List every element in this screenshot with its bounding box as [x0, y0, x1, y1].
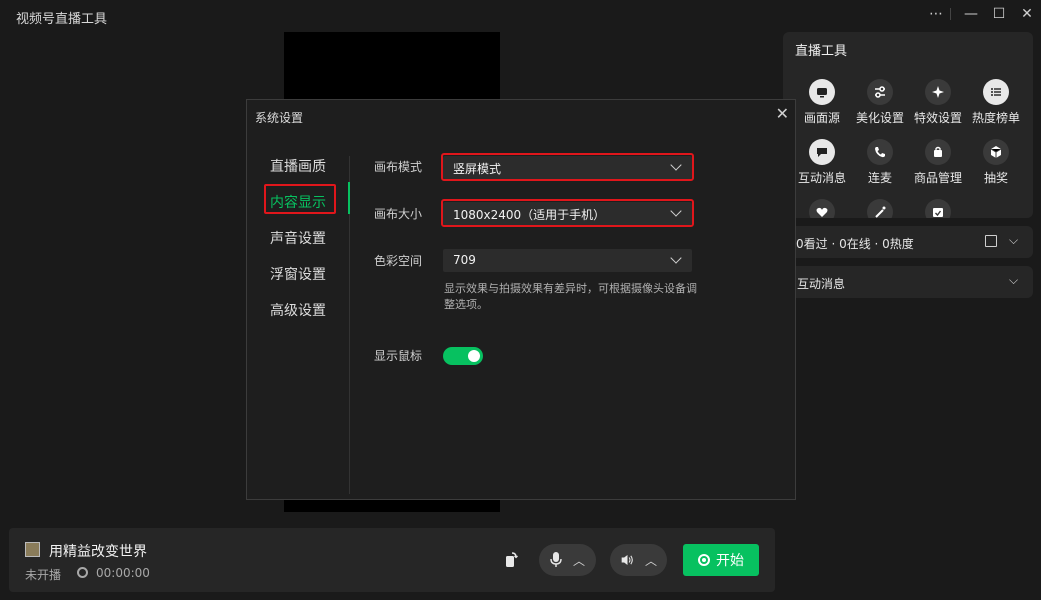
viewer-stats-row[interactable]: 0看过 · 0在线 · 0热度 ⌵ — [783, 226, 1033, 258]
tool-label: 抽奖 — [983, 171, 1008, 185]
live-status: 未开播 — [25, 568, 62, 582]
heart-icon — [809, 199, 835, 218]
close-icon[interactable]: ✕ — [1013, 0, 1041, 28]
nav-active-indicator — [348, 182, 350, 214]
tool-label: 商品管理 — [913, 171, 962, 185]
tool-co-host[interactable]: 连麦 — [850, 139, 910, 186]
nav-item-advanced-settings[interactable]: 高级设置 — [270, 300, 326, 320]
tool-more-2[interactable] — [850, 199, 910, 218]
speaker-icon[interactable] — [620, 552, 635, 568]
viewer-stats: 0看过 · 0在线 · 0热度 — [796, 237, 914, 251]
room-name: 用精益改变世界 — [49, 544, 147, 560]
nav-item-floating-window[interactable]: 浮窗设置 — [270, 264, 326, 284]
tool-beauty-settings[interactable]: 美化设置 — [850, 79, 910, 126]
rotate-icon — [506, 552, 518, 567]
color-space-select[interactable]: 709 — [443, 249, 692, 272]
canvas-size-select[interactable]: 1080x2400（适用于手机） — [443, 202, 692, 225]
color-space-label: 色彩空间 — [374, 254, 423, 268]
tool-more-1[interactable] — [792, 199, 852, 218]
microphone-icon[interactable] — [549, 551, 563, 569]
tool-interactive-messages[interactable]: 互动消息 — [792, 139, 852, 186]
color-space-value: 709 — [453, 253, 476, 267]
title-bar: 视频号直播工具 ⋯ — ☐ ✕ — [0, 0, 1041, 30]
chevron-down-icon[interactable]: ⌵ — [1009, 233, 1018, 248]
show-cursor-toggle[interactable] — [443, 347, 483, 365]
nav-item-audio-settings[interactable]: 声音设置 — [270, 228, 326, 248]
rotate-screen-button[interactable] — [499, 548, 523, 572]
canvas-mode-select[interactable]: 竖屏模式 — [443, 156, 692, 179]
tool-product-management[interactable]: 商品管理 — [908, 139, 968, 186]
room-avatar — [25, 542, 40, 557]
shopping-bag-icon — [925, 139, 951, 165]
live-timer: 00:00:00 — [96, 566, 150, 580]
bottom-control-bar: 用精益改变世界 未开播 00:00:00 ︿ ︿ 开始 — [9, 528, 775, 592]
tool-screen-source[interactable]: 画面源 — [792, 79, 852, 126]
tool-more-3[interactable] — [908, 199, 968, 218]
chevron-down-icon — [670, 252, 682, 264]
app-title: 视频号直播工具 — [16, 12, 108, 27]
popout-icon[interactable] — [985, 235, 997, 247]
color-space-hint: 显示效果与拍摄效果有差异时，可根据摄像头设备调整选项。 — [444, 282, 697, 311]
close-icon[interactable]: ✕ — [776, 104, 789, 123]
chevron-up-icon[interactable]: ︿ — [573, 552, 585, 569]
chevron-down-icon[interactable]: ⌵ — [1009, 273, 1018, 288]
tool-label: 特效设置 — [913, 111, 962, 125]
screen-source-icon — [809, 79, 835, 105]
controls-divider — [950, 8, 951, 20]
canvas-mode-label: 画布模式 — [374, 160, 423, 174]
minimize-icon[interactable]: — — [957, 0, 985, 28]
tool-label: 热度榜单 — [971, 111, 1020, 125]
more-icon[interactable]: ⋯ — [922, 0, 950, 28]
phone-icon — [867, 139, 893, 165]
nav-item-video-quality[interactable]: 直播画质 — [270, 156, 326, 176]
window-controls: ⋯ — ☐ ✕ — [922, 0, 1041, 28]
canvas-size-value: 1080x2400（适用于手机） — [453, 208, 606, 222]
tool-heat-ranking[interactable]: 热度榜单 — [966, 79, 1026, 126]
tool-label: 互动消息 — [797, 171, 846, 185]
toggle-knob — [468, 350, 480, 362]
interactive-messages-row[interactable]: 互动消息 ⌵ — [783, 266, 1033, 298]
speaker-control[interactable]: ︿ — [610, 544, 667, 576]
tool-effects-settings[interactable]: 特效设置 — [908, 79, 968, 126]
show-cursor-label: 显示鼠标 — [374, 349, 423, 363]
canvas-size-label: 画布大小 — [374, 207, 423, 221]
chevron-down-icon — [670, 159, 682, 171]
tool-label: 连麦 — [867, 171, 892, 185]
list-icon — [983, 79, 1009, 105]
chat-bubble-icon — [809, 139, 835, 165]
microphone-control[interactable]: ︿ — [539, 544, 596, 576]
start-label: 开始 — [716, 553, 744, 569]
gift-box-icon — [983, 139, 1009, 165]
nav-annotation-highlight — [264, 184, 336, 214]
tools-panel-title: 直播工具 — [795, 44, 848, 59]
live-tools-panel: 直播工具 画面源 美化设置 特效设置 热度榜单 互动消息 连麦 商品管理 抽奖 — [783, 32, 1033, 218]
wand-icon — [867, 199, 893, 218]
tool-label: 美化设置 — [855, 111, 904, 125]
tool-label: 画面源 — [803, 111, 840, 125]
messages-title: 互动消息 — [797, 277, 846, 291]
record-icon — [698, 554, 710, 566]
dialog-title: 系统设置 — [255, 111, 304, 125]
clock-icon — [77, 567, 88, 578]
chevron-down-icon — [670, 205, 682, 217]
chevron-up-icon[interactable]: ︿ — [645, 552, 657, 569]
tool-lottery[interactable]: 抽奖 — [966, 139, 1026, 186]
canvas-mode-value: 竖屏模式 — [453, 162, 502, 176]
sparkle-icon — [925, 79, 951, 105]
start-live-button[interactable]: 开始 — [683, 544, 759, 576]
sliders-icon — [867, 79, 893, 105]
maximize-icon[interactable]: ☐ — [985, 0, 1013, 28]
calendar-check-icon — [925, 199, 951, 218]
system-settings-dialog: 系统设置 ✕ 直播画质 内容显示 声音设置 浮窗设置 高级设置 画布模式 竖屏模… — [246, 99, 796, 500]
